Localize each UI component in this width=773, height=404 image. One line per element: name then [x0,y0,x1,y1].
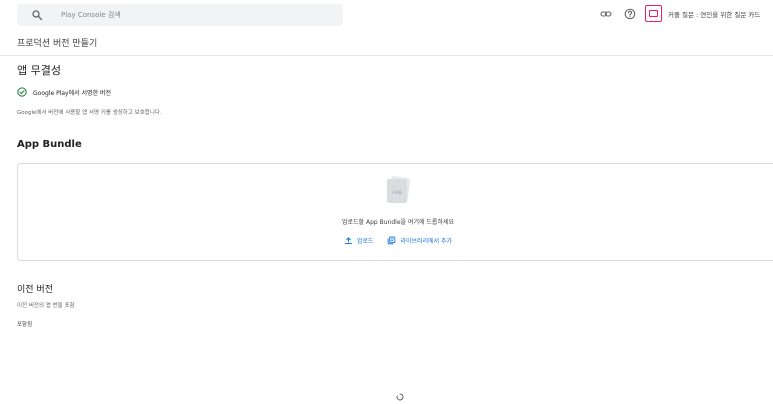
upload-button[interactable]: 업로드 [344,236,374,245]
bundle-dropzone[interactable]: AAB 업로드할 App Bundle을 여기에 드롭하세요 업로드 라이브러리… [17,163,773,261]
previous-versions-title: 이전 버전 [17,285,53,295]
header-divider [0,55,773,56]
app-name[interactable]: 커플 질문 : 연인을 위한 질문 카드 [668,9,760,19]
include-previous-link[interactable]: 포함됨 [17,320,32,328]
signed-status-row: Google Play에서 서명한 버전 [17,87,111,97]
help-icon[interactable] [624,8,636,20]
app-icon [649,10,658,17]
check-circle-icon [17,87,27,97]
link-icon[interactable] [600,8,612,20]
aab-file-icon: AAB [387,176,411,203]
drop-instructions: 업로드할 App Bundle을 여기에 드롭하세요 [342,219,454,226]
library-icon [388,236,396,245]
page-title: 프로덕션 버전 만들기 [17,39,98,49]
search-bar[interactable] [17,4,343,26]
search-icon [32,10,43,21]
app-bundle-title: App Bundle [17,139,82,150]
top-bar: 커플 질문 : 연인을 위한 질문 카드 [0,0,773,30]
aab-icon-label: AAB [392,190,401,196]
previous-versions-description: 이전 버전의 앱 번들 포함 [17,303,75,309]
upload-label: 업로드 [356,238,374,245]
loading-spinner-icon [396,393,404,401]
integrity-description: Google에서 버전에 사용할 앱 서명 키를 생성하고 보호합니다. [17,110,162,116]
dropzone-actions: 업로드 라이브러리에서 추가 [18,236,773,245]
signed-label: Google Play에서 서명한 버전 [33,89,112,97]
add-from-library-button[interactable]: 라이브러리에서 추가 [387,236,452,245]
app-avatar[interactable] [645,5,662,22]
search-input[interactable] [61,7,331,23]
library-label: 라이브러리에서 추가 [400,238,453,245]
upload-icon [344,237,352,244]
integrity-title: 앱 무결성 [17,64,61,77]
